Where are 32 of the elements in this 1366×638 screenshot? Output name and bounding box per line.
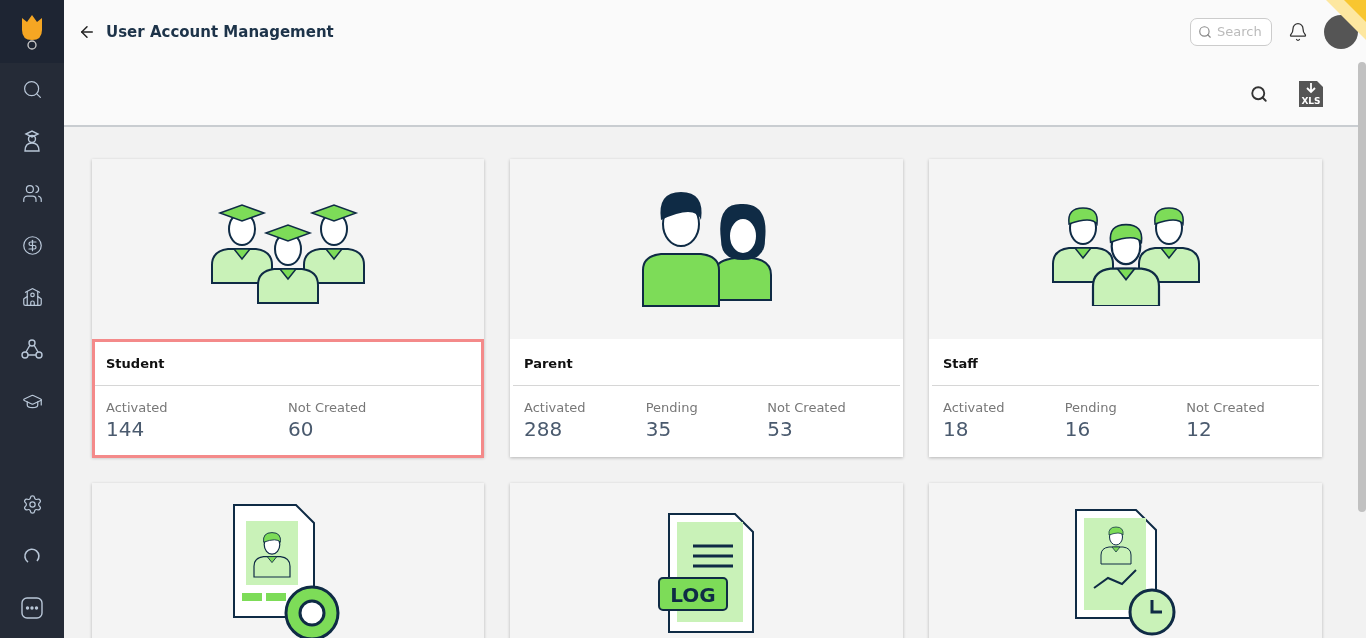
page-title: User Account Management [106,22,334,41]
stat-label: Not Created [288,400,367,415]
stat-value: 144 [106,417,145,441]
stat-value: 53 [767,417,793,441]
log-document-drawing: LOG [656,512,757,634]
stat-value: 18 [943,417,969,441]
stat-label: Not Created [767,400,846,415]
card-title: Staff [932,342,1319,386]
stat-label: Not Created [1186,400,1265,415]
stat-label: Activated [106,400,168,415]
search-field[interactable]: Search [1190,17,1272,46]
stat-value: 16 [1064,417,1091,441]
stat-value: 60 [288,417,314,441]
account-card[interactable]: Student Activated 144 Not Created 60 [92,159,484,457]
stat-label: Pending [645,400,698,415]
search-icon[interactable] [1250,85,1268,103]
search-icon [1198,24,1212,39]
xls-download-icon[interactable]: XLS [1298,80,1324,108]
account-card[interactable]: Parent Activated 288 Pending 35 Not Created 53 [510,159,903,457]
tulip-logo-icon[interactable] [21,13,43,50]
stat-value: 35 [645,417,672,441]
card-title: Student [95,342,481,386]
stat-label: Activated [524,400,586,415]
card-title: Parent [513,342,900,386]
scrollbar[interactable] [1358,62,1366,512]
account-card[interactable]: LOG [510,483,903,638]
stat-value: 288 [524,417,563,441]
bell-icon[interactable] [1288,21,1308,42]
stat-label: Pending [1064,400,1117,415]
stat-value: 12 [1186,417,1212,441]
account-card[interactable]: Staff Activated 18 Pending 16 Not Created 12 [929,159,1322,457]
stat-label: Activated [943,400,1005,415]
